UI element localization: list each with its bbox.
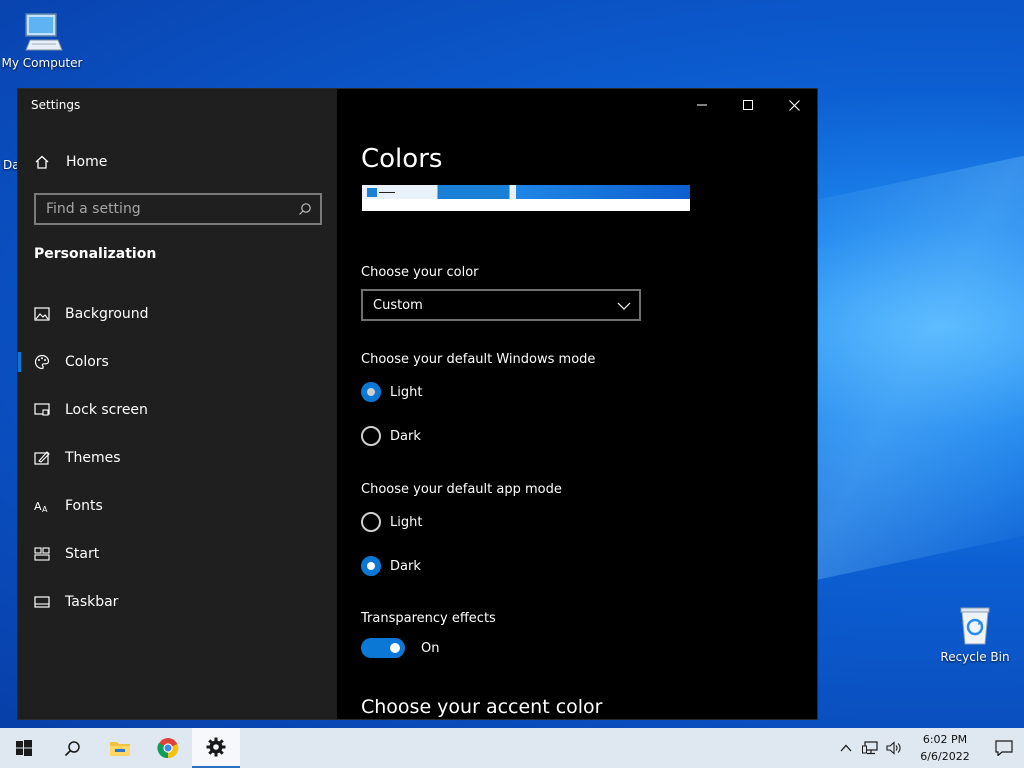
taskbar-icon xyxy=(34,594,50,610)
close-button[interactable] xyxy=(771,89,817,121)
settings-window: Settings Home Find a setting Personaliza… xyxy=(17,88,818,720)
transparency-toggle-row[interactable]: On xyxy=(361,638,439,658)
picture-icon xyxy=(34,306,50,322)
transparency-label: Transparency effects xyxy=(361,611,496,626)
file-explorer-button[interactable] xyxy=(96,728,144,768)
sidebar-item-colors[interactable]: Colors xyxy=(18,342,337,382)
svg-text:A: A xyxy=(34,500,42,513)
chrome-icon xyxy=(157,738,179,759)
desktop-icon-label: Recycle Bin xyxy=(940,650,1010,664)
chevron-up-icon xyxy=(840,744,852,752)
chrome-button[interactable] xyxy=(144,728,192,768)
sidebar-item-label: Themes xyxy=(65,450,121,466)
sidebar-item-background[interactable]: Background xyxy=(18,294,337,334)
settings-taskbar-button[interactable] xyxy=(192,728,240,768)
sidebar-item-lock-screen[interactable]: Lock screen xyxy=(18,390,337,430)
windows-mode-label: Choose your default Windows mode xyxy=(361,352,596,367)
app-mode-dark-radio[interactable]: Dark xyxy=(361,556,421,576)
radio-button[interactable] xyxy=(361,512,381,532)
sidebar-item-label: Taskbar xyxy=(65,594,119,610)
svg-text:A: A xyxy=(42,505,48,513)
sidebar-item-fonts[interactable]: AA Fonts xyxy=(18,486,337,526)
window-controls xyxy=(679,89,817,121)
speaker-icon xyxy=(886,741,901,755)
home-icon xyxy=(34,154,50,170)
radio-label: Light xyxy=(390,514,423,530)
radio-button-checked[interactable] xyxy=(361,556,381,576)
start-icon xyxy=(34,546,50,562)
sidebar-item-label: Lock screen xyxy=(65,402,148,418)
window-title: Settings xyxy=(31,98,81,112)
desktop-icon-recycle-bin[interactable]: Recycle Bin xyxy=(933,602,1017,664)
network-button[interactable] xyxy=(858,728,882,768)
radio-label: Dark xyxy=(390,558,421,574)
app-mode-light-radio[interactable]: Light xyxy=(361,512,422,532)
sidebar-item-label: Background xyxy=(65,306,149,322)
search-icon[interactable] xyxy=(298,202,312,216)
windows-mode-dark-radio[interactable]: Dark xyxy=(361,426,421,446)
toggle-state: On xyxy=(421,640,440,656)
start-button[interactable] xyxy=(0,728,48,768)
color-preview-image xyxy=(362,185,690,211)
minimize-icon xyxy=(697,104,707,106)
minimize-button[interactable] xyxy=(679,89,725,121)
sidebar-item-start[interactable]: Start xyxy=(18,534,337,574)
search-icon xyxy=(64,740,80,756)
choose-color-value: Custom xyxy=(373,297,423,313)
sidebar-home-label: Home xyxy=(66,154,108,170)
action-center-button[interactable] xyxy=(984,728,1024,768)
windows-logo-icon xyxy=(16,740,32,756)
sidebar-item-label: Start xyxy=(65,546,100,562)
close-icon xyxy=(788,99,800,111)
search-placeholder: Find a setting xyxy=(46,201,141,217)
chevron-down-icon xyxy=(617,299,631,313)
maximize-button[interactable] xyxy=(725,89,771,121)
radio-button[interactable] xyxy=(361,426,381,446)
radio-button-checked[interactable] xyxy=(361,382,381,402)
page-title: Colors xyxy=(361,144,443,174)
app-mode-label: Choose your default app mode xyxy=(361,482,562,497)
lock-screen-icon xyxy=(34,402,50,418)
folder-icon xyxy=(110,742,130,756)
windows-mode-light-radio[interactable]: Light xyxy=(361,382,422,402)
system-tray: 6:02 PM 6/6/2022 xyxy=(834,728,1024,768)
accent-color-heading: Choose your accent color xyxy=(361,696,603,718)
clock[interactable]: 6:02 PM 6/6/2022 xyxy=(906,731,984,765)
radio-label: Dark xyxy=(390,428,421,444)
choose-color-dropdown[interactable]: Custom xyxy=(361,289,641,321)
volume-button[interactable] xyxy=(882,728,906,768)
palette-icon xyxy=(34,354,50,370)
sidebar-item-taskbar[interactable]: Taskbar xyxy=(18,582,337,622)
maximize-icon xyxy=(743,100,753,110)
sidebar-item-label: Fonts xyxy=(65,498,103,514)
sidebar-item-themes[interactable]: Themes xyxy=(18,438,337,478)
show-hidden-icons-button[interactable] xyxy=(834,728,858,768)
gear-icon xyxy=(206,737,226,757)
themes-icon xyxy=(34,450,50,466)
transparency-toggle[interactable] xyxy=(361,638,405,658)
desktop-icon-label: My Computer xyxy=(1,56,83,70)
section-heading: Personalization xyxy=(34,246,157,262)
sidebar-home[interactable]: Home xyxy=(34,152,107,172)
taskbar: 6:02 PM 6/6/2022 xyxy=(0,728,1024,768)
recycle-bin-icon xyxy=(960,607,990,645)
clock-date: 6/6/2022 xyxy=(920,750,970,763)
radio-label: Light xyxy=(390,384,423,400)
notification-icon xyxy=(995,740,1013,756)
computer-icon xyxy=(25,13,63,51)
desktop-icon-my-computer[interactable]: My Computer xyxy=(0,10,84,70)
sidebar-item-label: Colors xyxy=(65,354,109,370)
fonts-icon: AA xyxy=(34,498,50,514)
clock-time: 6:02 PM xyxy=(922,733,968,746)
network-icon xyxy=(862,741,878,755)
search-button[interactable] xyxy=(48,728,96,768)
settings-sidebar: Settings Home Find a setting Personaliza… xyxy=(18,89,337,719)
search-input[interactable]: Find a setting xyxy=(34,193,322,225)
settings-content: Colors Choose your color Custom Choose y… xyxy=(337,89,817,719)
choose-color-label: Choose your color xyxy=(361,265,479,280)
